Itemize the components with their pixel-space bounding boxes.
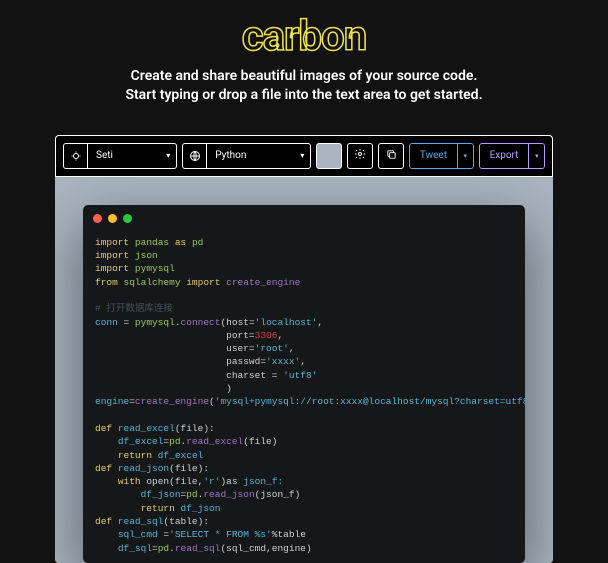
- code-editor[interactable]: import pandas as pd import json import p…: [83, 205, 525, 563]
- maximize-dot-icon: [123, 214, 132, 223]
- tagline-line-2: Start typing or drop a file into the tex…: [0, 86, 608, 105]
- chevron-down-icon[interactable]: ▾: [529, 143, 545, 169]
- globe-icon: [183, 144, 207, 168]
- window-controls: [83, 205, 525, 232]
- theme-dropdown[interactable]: Seti ▾: [63, 143, 177, 169]
- theme-icon: [64, 144, 88, 168]
- toolbar: Seti ▾ Python ▾ Tweet ▾ Export: [55, 135, 553, 177]
- theme-label: Seti: [88, 150, 160, 161]
- tweet-label: Tweet: [409, 143, 458, 169]
- tagline-line-1: Create and share beautiful images of you…: [0, 67, 608, 86]
- copy-button[interactable]: [378, 143, 404, 169]
- chevron-down-icon[interactable]: ▾: [458, 143, 474, 169]
- language-dropdown[interactable]: Python ▾: [182, 143, 311, 169]
- logo: carbon: [0, 0, 608, 61]
- chevron-down-icon: ▾: [294, 151, 310, 160]
- tagline: Create and share beautiful images of you…: [0, 67, 608, 105]
- language-label: Python: [207, 150, 294, 161]
- gear-icon: [354, 148, 366, 163]
- chevron-down-icon: ▾: [160, 151, 176, 160]
- minimize-dot-icon: [108, 214, 117, 223]
- logo-text: carbon: [242, 12, 367, 61]
- background-color-swatch[interactable]: [316, 143, 342, 169]
- app-container: Seti ▾ Python ▾ Tweet ▾ Export: [55, 135, 553, 563]
- export-button[interactable]: Export ▾: [479, 143, 545, 169]
- tweet-button[interactable]: Tweet ▾: [409, 143, 474, 169]
- code-content[interactable]: import pandas as pd import json import p…: [83, 232, 525, 563]
- canvas: import pandas as pd import json import p…: [55, 177, 553, 563]
- export-label: Export: [479, 143, 530, 169]
- copy-icon: [386, 149, 397, 163]
- close-dot-icon: [93, 214, 102, 223]
- settings-button[interactable]: [347, 143, 373, 169]
